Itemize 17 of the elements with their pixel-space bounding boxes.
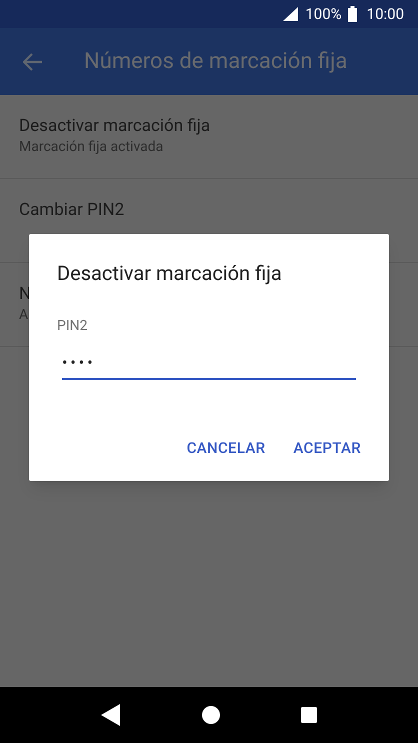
clock: 10:00 [366, 4, 404, 25]
battery-level: 100% [305, 4, 342, 25]
pin-field[interactable]: •••• [62, 347, 356, 380]
setting-subtitle: A [19, 306, 28, 325]
signal-icon [283, 7, 300, 21]
recents-icon[interactable] [301, 707, 318, 723]
setting-title: Cambiar PIN2 [19, 199, 124, 221]
setting-subtitle: Marcación fija activada [19, 138, 164, 157]
setting-title: Desactivar marcación fija [19, 115, 210, 137]
field-label: PIN2 [57, 317, 88, 336]
screen-title: Números de marcación fija [84, 48, 348, 76]
dialog-button[interactable]: CANCELAR [186, 437, 266, 460]
dialog-title: Desactivar marcación fija [57, 260, 282, 287]
home-icon[interactable] [202, 706, 220, 724]
back-icon[interactable] [100, 704, 121, 726]
dialog-button[interactable]: ACEPTAR [293, 437, 361, 460]
battery-icon [348, 6, 357, 22]
